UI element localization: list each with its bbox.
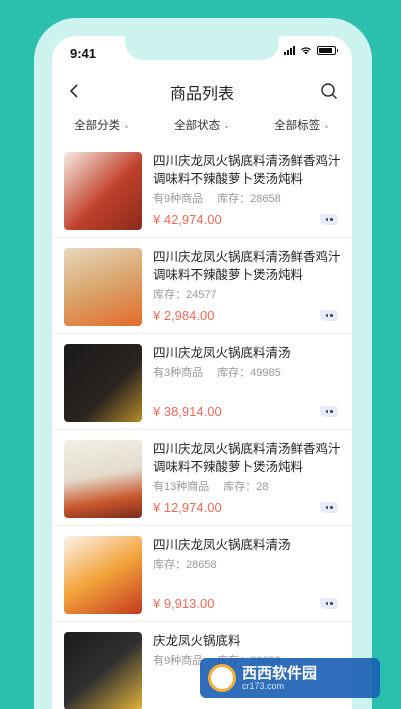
more-icon[interactable] [320, 406, 338, 417]
product-name: 四川庆龙凤火锅底料清汤 [153, 538, 291, 552]
variant-count: 有3种商品 [153, 367, 204, 379]
product-price: ¥ 2,984.00 [153, 308, 215, 323]
stock: 库存：28658 [153, 559, 217, 571]
chevron-down-icon: ⌄ [123, 120, 130, 130]
filter-label: 全部状态 [174, 120, 221, 132]
variant-count: 有9种商品 [153, 655, 204, 667]
watermark-brand: 西西软件园 [242, 664, 318, 682]
watermark-site: cr173.com [242, 680, 285, 691]
product-meta: 库存：28658 [153, 556, 217, 572]
product-name: 庆龙凤火锅底料 [153, 634, 241, 648]
variant-count: 有13种商品 [153, 481, 210, 493]
stock: 库存：24577 [153, 289, 217, 301]
watermark-logo-icon [208, 664, 236, 692]
status-time: 9:41 [70, 46, 97, 61]
product-name: 四川庆龙凤火锅底料清汤鲜香鸡汁调味料不辣酸萝卜煲汤炖料 [153, 250, 341, 282]
list-item[interactable]: 四川庆龙凤火锅底料清汤鲜香鸡汁调味料不辣酸萝卜煲汤炖料 库存：24577 ¥ 2… [52, 238, 352, 334]
product-name: 四川庆龙凤火锅底料清汤鲜香鸡汁调味料不辣酸萝卜煲汤炖料 [153, 154, 341, 186]
filter-tag[interactable]: 全部标签 ⌄ [274, 114, 330, 136]
filter-status[interactable]: 全部状态 ⌄ [174, 114, 230, 136]
page-title: 商品列表 [169, 86, 234, 103]
product-image [64, 440, 142, 518]
product-name: 四川庆龙凤火锅底料清汤 [153, 346, 291, 360]
watermark: 西西软件园 cr173.com [200, 658, 380, 698]
list-item[interactable]: 四川庆龙凤火锅底料清汤 有3种商品 库存：49985 ¥ 38,914.00 [52, 334, 352, 430]
stock: 库存：49985 [217, 367, 281, 379]
signal-icon [284, 46, 295, 55]
product-name: 四川庆龙凤火锅底料清汤鲜香鸡汁调味料不辣酸萝卜煲汤炖料 [153, 442, 341, 474]
filter-bar: 全部分类 ⌄ 全部状态 ⌄ 全部标签 ⌄ [52, 114, 352, 136]
product-price: ¥ 42,974.00 [153, 212, 222, 227]
product-image [64, 248, 142, 326]
filter-label: 全部标签 [274, 120, 321, 132]
battery-icon [317, 46, 338, 55]
stock: 库存：28658 [217, 193, 281, 205]
chevron-down-icon: ⌄ [323, 120, 330, 130]
list-item[interactable]: 四川庆龙凤火锅底料清汤鲜香鸡汁调味料不辣酸萝卜煲汤炖料 有9种商品 库存：2865… [52, 142, 352, 238]
more-icon[interactable] [320, 310, 338, 321]
chevron-down-icon: ⌄ [223, 120, 230, 130]
filter-category[interactable]: 全部分类 ⌄ [74, 114, 130, 136]
more-icon[interactable] [320, 214, 338, 225]
product-meta: 有3种商品 库存：49985 [153, 364, 281, 380]
product-image [64, 536, 142, 614]
more-icon[interactable] [320, 502, 338, 513]
product-price: ¥ 38,914.00 [153, 404, 222, 419]
app-screen: 9:41 商品列表 全部分类 ⌄ 全部状态 ⌄ 全部标签 ⌄ 四川庆龙凤火锅底料清汤鲜… [52, 36, 352, 709]
search-icon[interactable] [318, 80, 340, 102]
list-item[interactable]: 四川庆龙凤火锅底料清汤 库存：28658 ¥ 9,913.00 [52, 526, 352, 622]
status-icons [284, 46, 338, 55]
product-meta: 有9种商品 库存：28658 [153, 190, 281, 206]
product-price: ¥ 9,913.00 [153, 596, 215, 611]
list-item[interactable]: 四川庆龙凤火锅底料清汤鲜香鸡汁调味料不辣酸萝卜煲汤炖料 有13种商品 库存：28 … [52, 430, 352, 526]
filter-label: 全部分类 [74, 120, 121, 132]
product-image [64, 152, 142, 230]
variant-count: 有9种商品 [153, 193, 204, 205]
product-list: 四川庆龙凤火锅底料清汤鲜香鸡汁调味料不辣酸萝卜煲汤炖料 有9种商品 库存：2865… [52, 142, 352, 709]
wifi-icon [301, 47, 311, 55]
product-meta: 库存：24577 [153, 286, 217, 302]
stock: 库存：28 [223, 481, 269, 493]
product-price: ¥ 12,974.00 [153, 500, 222, 515]
nav-bar: 商品列表 [52, 76, 352, 106]
product-image [64, 632, 142, 709]
more-icon[interactable] [320, 598, 338, 609]
phone-notch [125, 36, 279, 60]
product-meta: 有13种商品 库存：28 [153, 478, 269, 494]
product-image [64, 344, 142, 422]
